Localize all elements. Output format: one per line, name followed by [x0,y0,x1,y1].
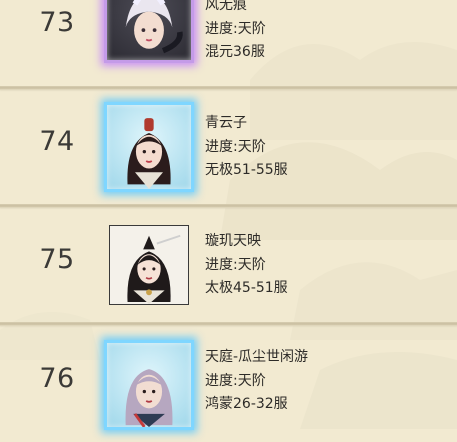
player-name: 天庭-瓜尘世闲游 [205,349,309,365]
progress-label: 进度:天阶 [205,20,266,37]
server-label: 鸿蒙26-32服 [205,396,288,412]
list-item[interactable]: 75 璇玑天映 进度:天阶 太极45-51服 [0,208,457,324]
list-item[interactable]: 76 天庭-瓜尘世闲游 进度:天阶 鸿蒙26-32服 [0,326,457,442]
avatar [104,340,194,430]
rank-number: 74 [39,126,75,157]
rank-number: 76 [39,363,75,394]
progress-label: 进度:天阶 [205,256,266,273]
progress-label: 进度:天阶 [205,138,266,155]
rank-number: 75 [39,244,75,275]
avatar [104,0,194,63]
player-name: 璇玑天映 [205,233,261,249]
list-item[interactable]: 74 青云子 进度:天阶 无极51-55服 [0,90,457,206]
avatar [109,225,189,305]
player-name: 风无痕 [205,0,247,13]
server-label: 混元36服 [205,44,265,60]
list-item[interactable]: 73 风无痕 进度:天阶 混元36服 [0,0,457,86]
rank-number: 73 [39,7,75,38]
progress-label: 进度:天阶 [205,372,266,389]
player-name: 青云子 [205,115,247,131]
server-label: 无极51-55服 [205,162,288,178]
avatar [104,102,194,192]
server-label: 太极45-51服 [205,280,288,296]
